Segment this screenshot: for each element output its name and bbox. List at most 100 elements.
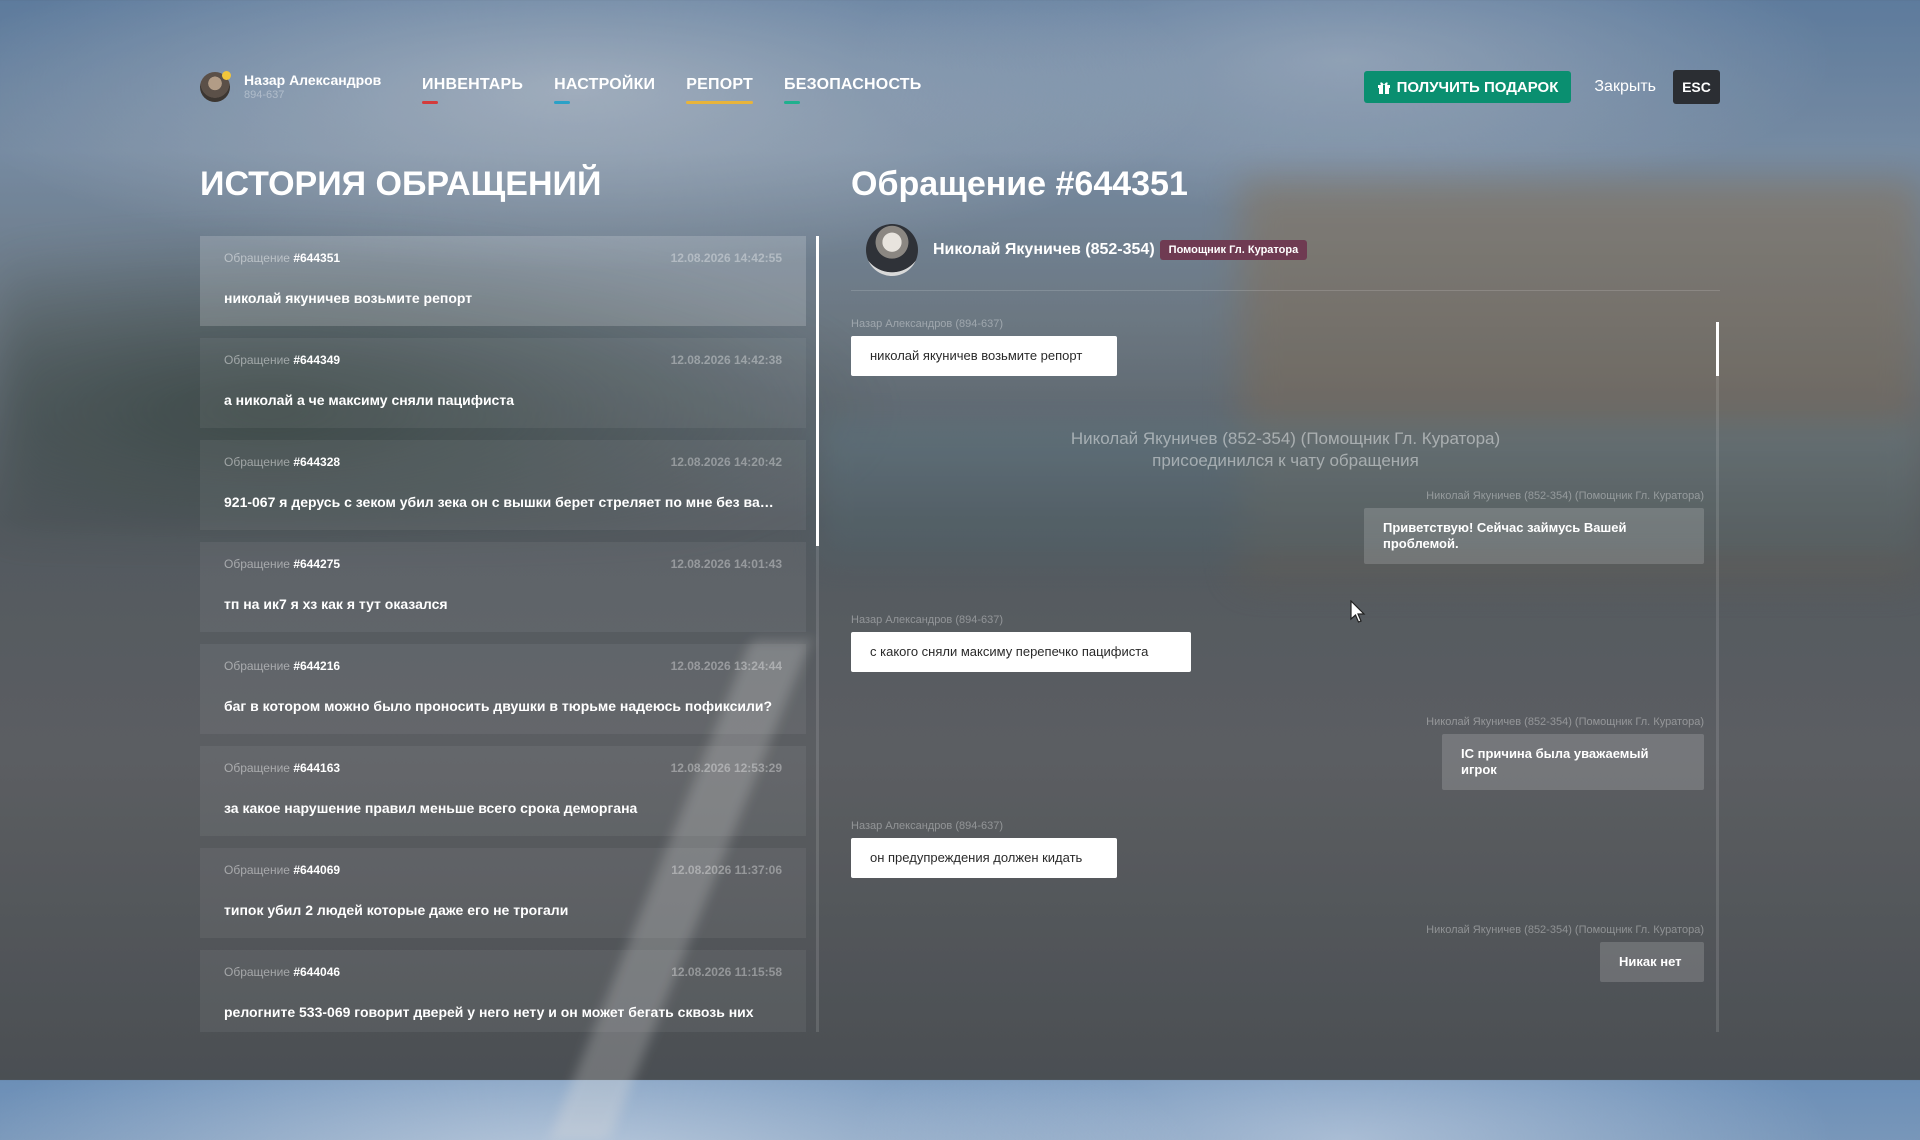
moderator-message: Николай Якуничев (852-354) (Помощник Гл.… — [1284, 490, 1704, 564]
message-author: Назар Александров (894-637) — [851, 820, 1004, 832]
tab-label: НАСТРОЙКИ — [554, 76, 656, 93]
ticket-date: 12.08.2026 14:42:55 — [670, 251, 782, 265]
ticket-list-scroll-thumb[interactable] — [816, 236, 819, 546]
tab-underline — [422, 101, 438, 104]
ticket-label-text: Обращение — [224, 761, 290, 775]
ticket-text: релогните 533-069 говорит дверей у него … — [224, 1004, 754, 1020]
top-actions: ПОЛУЧИТЬ ПОДАРОК Закрыть ESC — [1363, 70, 1720, 104]
moderator-avatar — [866, 224, 918, 276]
ticket-date: 12.08.2026 14:20:42 — [670, 455, 782, 469]
message-author: Назар Александров (894-637) — [851, 318, 1004, 330]
message-bubble: IC причина была уважаемый игрок — [1442, 734, 1704, 790]
message-author: Николай Якуничев (852-354) (Помощник Гл.… — [1426, 924, 1704, 936]
player-message: Назар Александров (894-637) он предупрежд… — [851, 820, 1117, 878]
message-bubble: Приветствую! Сейчас займусь Вашей пробле… — [1364, 508, 1704, 564]
tab-security[interactable]: БЕЗОПАСНОСТЬ — [784, 76, 921, 104]
ticket-date: 12.08.2026 11:15:58 — [671, 965, 782, 979]
ticket-date: 12.08.2026 11:37:06 — [671, 863, 782, 877]
ticket-date: 12.08.2026 14:42:38 — [670, 353, 782, 367]
message-author: Николай Якуничев (852-354) (Помощник Гл.… — [1426, 490, 1704, 502]
avatar — [200, 71, 231, 102]
ticket-item[interactable]: Обращение #644351 12.08.2026 14:42:55 нико… — [200, 236, 806, 326]
ticket-item[interactable]: Обращение #644349 12.08.2026 14:42:38 а ни… — [200, 338, 806, 428]
user-name: Назар Александров — [244, 72, 382, 88]
message-bubble: он предупреждения должен кидать — [851, 838, 1117, 878]
user-id: 894-637 — [244, 89, 285, 101]
ticket-text: тп на ик7 я хз как я тут оказался — [224, 596, 448, 612]
ticket-date: 12.08.2026 13:24:44 — [670, 659, 782, 673]
tab-underline — [686, 101, 753, 104]
ticket-number: #644275 — [293, 557, 341, 571]
ticket-item[interactable]: Обращение #644046 12.08.2026 11:15:58 рело… — [200, 950, 806, 1032]
moderator-message: Николай Якуничев (852-354) (Помощник Гл.… — [1284, 716, 1704, 790]
ticket-text: баг в котором можно было проносить двушк… — [224, 698, 773, 714]
moderator-name: Николай Якуничев (852-354) — [933, 241, 1155, 258]
chat-scroll-thumb[interactable] — [1716, 322, 1719, 376]
ticket-date: 12.08.2026 12:53:29 — [670, 761, 782, 775]
moderator-message: Николай Якуничев (852-354) (Помощник Гл.… — [1284, 924, 1704, 982]
gift-button-label: ПОЛУЧИТЬ ПОДАРОК — [1396, 78, 1559, 96]
ticket-date: 12.08.2026 14:01:43 — [670, 557, 782, 571]
ticket-text: за какое нарушение правил меньше всего с… — [224, 800, 638, 816]
system-message-line: присоединился к чату обращения — [1152, 451, 1419, 470]
esc-button[interactable]: ESC — [1673, 70, 1720, 104]
ticket-text: 921-067 я дерусь с зеком убил зека он с … — [224, 494, 782, 510]
tab-report[interactable]: РЕПОРТ — [686, 76, 753, 104]
ticket-number: #644351 — [293, 251, 341, 265]
ticket-number: #644349 — [293, 353, 341, 367]
status-dot — [222, 71, 231, 80]
ticket-item[interactable]: Обращение #644163 12.08.2026 12:53:29 за к… — [200, 746, 806, 836]
system-message: Николай Якуничев (852-354) (Помощник Гл.… — [851, 428, 1720, 472]
ticket-item[interactable]: Обращение #644216 12.08.2026 13:24:44 баг … — [200, 644, 806, 734]
ticket-number: #644069 — [293, 863, 341, 877]
ticket-number: #644046 — [293, 965, 341, 979]
ticket-title: Обращение #644351 — [851, 165, 1188, 203]
history-title: ИСТОРИЯ ОБРАЩЕНИЙ — [200, 165, 602, 203]
ticket-number: #644328 — [293, 455, 341, 469]
chat-messages[interactable]: Николай Якуничев (852-354) (Помощник Гл.… — [851, 318, 1720, 1032]
moderator-header: Николай Якуничев (852-354) Помощник Гл. … — [866, 224, 1308, 276]
tab-underline — [784, 101, 800, 104]
message-bubble: Никак нет — [1600, 942, 1704, 982]
tab-label: БЕЗОПАСНОСТЬ — [784, 76, 922, 93]
tab-settings[interactable]: НАСТРОЙКИ — [554, 76, 655, 104]
system-message-line: Николай Якуничев (852-354) (Помощник Гл.… — [1070, 429, 1501, 448]
tab-label: РЕПОРТ — [686, 76, 753, 93]
ticket-list[interactable]: Обращение #644351 12.08.2026 14:42:55 нико… — [200, 236, 806, 1032]
ticket-text: типок убил 2 людей которые даже его не т… — [224, 902, 569, 918]
ticket-item[interactable]: Обращение #644275 12.08.2026 14:01:43 тп н… — [200, 542, 806, 632]
user-profile: Назар Александров 894-637 — [200, 71, 382, 102]
ticket-list-scrollbar[interactable] — [816, 236, 819, 1032]
mouse-cursor-icon — [1350, 600, 1366, 623]
chat-scrollbar[interactable] — [1716, 322, 1719, 1032]
tab-inventory[interactable]: ИНВЕНТАРЬ — [422, 76, 523, 104]
ticket-label-text: Обращение — [224, 863, 290, 877]
player-message: Назар Александров (894-637) с какого снял… — [851, 614, 1191, 672]
message-bubble: с какого сняли максиму перепечко пацифис… — [851, 632, 1191, 672]
ticket-item[interactable]: Обращение #644328 12.08.2026 14:20:42 921-… — [200, 440, 806, 530]
moderator-role-badge: Помощник Гл. Куратора — [1159, 240, 1308, 260]
message-author: Назар Александров (894-637) — [851, 614, 1004, 626]
ticket-number: #644163 — [293, 761, 341, 775]
ticket-label-text: Обращение — [224, 455, 290, 469]
header-divider — [851, 290, 1720, 291]
ticket-item[interactable]: Обращение #644069 12.08.2026 11:37:06 типо… — [200, 848, 806, 938]
ticket-label-text: Обращение — [224, 353, 290, 367]
message-author: Николай Якуничев (852-354) (Помощник Гл.… — [1426, 716, 1704, 728]
top-bar: Назар Александров 894-637 ИНВЕНТАРЬ НАСТ… — [200, 70, 1720, 110]
ticket-label-text: Обращение — [224, 965, 290, 979]
player-message: Назар Александров (894-637) николай якуни… — [851, 318, 1117, 376]
ticket-label-text: Обращение — [224, 557, 290, 571]
get-gift-button[interactable]: ПОЛУЧИТЬ ПОДАРОК — [1363, 71, 1572, 103]
close-button[interactable]: Закрыть — [1594, 78, 1656, 96]
tab-label: ИНВЕНТАРЬ — [422, 76, 524, 93]
tab-underline — [554, 101, 571, 104]
ticket-text: николай якуничев возьмите репорт — [224, 290, 473, 306]
ticket-label-text: Обращение — [224, 659, 290, 673]
ticket-text: а николай а че максиму сняли пацифиста — [224, 392, 514, 408]
ticket-label-text: Обращение — [224, 251, 290, 265]
ticket-number: #644216 — [293, 659, 341, 673]
message-bubble: николай якуничев возьмите репорт — [851, 336, 1117, 376]
main-nav: ИНВЕНТАРЬ НАСТРОЙКИ РЕПОРТ БЕЗОПАСНОСТЬ — [422, 76, 921, 104]
gift-icon — [1377, 82, 1390, 94]
